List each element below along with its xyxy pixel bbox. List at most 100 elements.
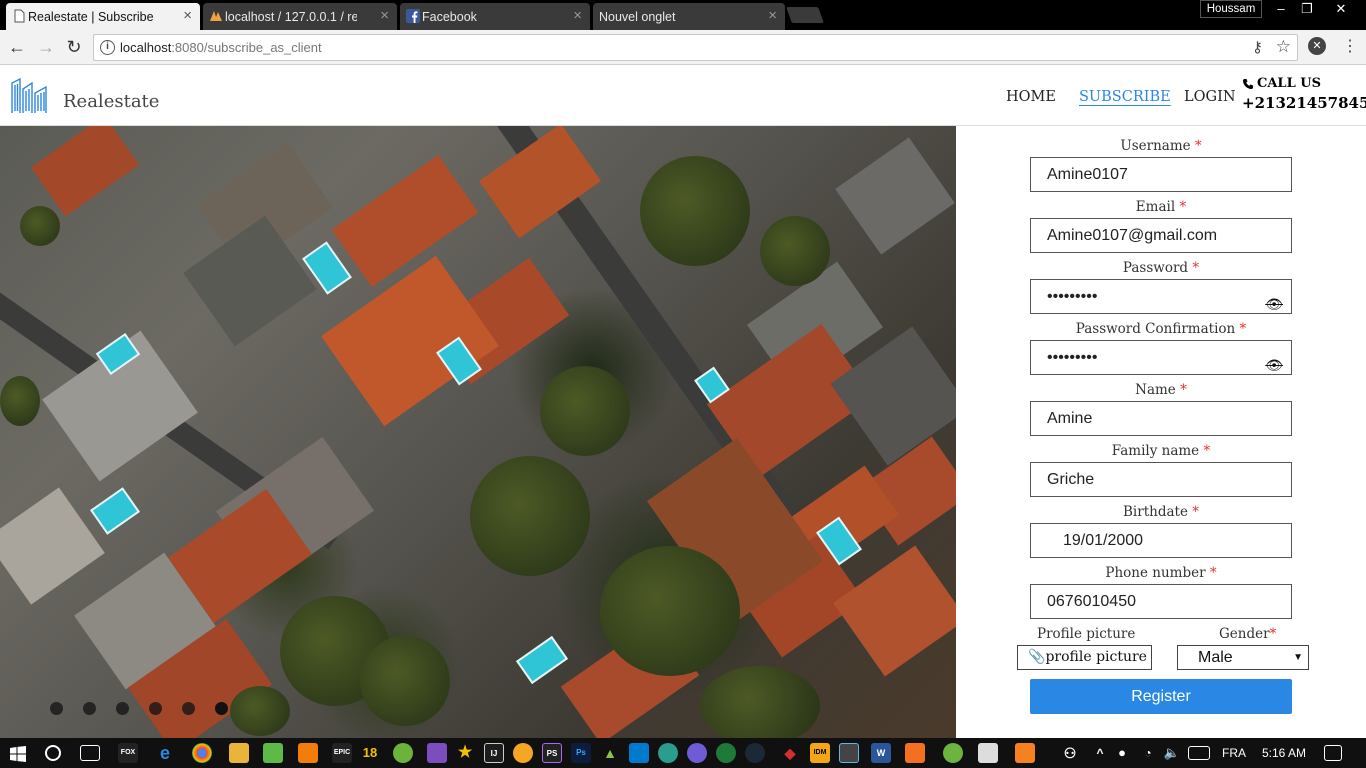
app-icon[interactable]	[658, 743, 678, 763]
restore-icon[interactable]: ❐	[1292, 0, 1322, 18]
realestate-logo-icon[interactable]	[10, 75, 52, 115]
pool	[515, 635, 569, 685]
xampp-icon[interactable]	[905, 743, 925, 763]
dropdown-arrow-icon: ▼	[1293, 652, 1303, 663]
close-tab-icon[interactable]: ×	[380, 7, 389, 24]
roof	[183, 215, 317, 347]
app-icon[interactable]	[513, 743, 533, 763]
register-button[interactable]: Register	[1030, 679, 1292, 714]
windows-start-icon[interactable]	[10, 746, 26, 762]
phpstorm-icon[interactable]: PS	[542, 743, 562, 763]
app-icon[interactable]: IDM	[810, 743, 830, 763]
carousel-dot[interactable]	[83, 702, 96, 715]
steam-icon[interactable]	[745, 743, 765, 763]
extension-icon[interactable]: ✕	[1308, 37, 1326, 55]
carousel-dot[interactable]	[182, 702, 195, 715]
photos-icon[interactable]	[978, 743, 998, 763]
vscode-icon[interactable]	[629, 743, 649, 763]
email-label: Email *	[1135, 199, 1187, 215]
back-icon[interactable]: ←	[5, 36, 29, 58]
forward-icon[interactable]: →	[34, 36, 58, 58]
browser-menu-icon[interactable]: ⋮	[1342, 36, 1358, 56]
brand-name[interactable]: Realestate	[63, 91, 159, 112]
app-icon[interactable]	[393, 743, 413, 763]
tab-facebook[interactable]: Facebook ×	[400, 3, 590, 30]
wifi-icon[interactable]: ◔	[1138, 743, 1158, 763]
edge-icon[interactable]: e	[155, 743, 175, 763]
tab-new[interactable]: Nouvel onglet ×	[593, 3, 785, 30]
steam-tray-icon[interactable]: ●	[1112, 743, 1132, 763]
carousel-dot[interactable]	[116, 702, 129, 715]
tab-realestate[interactable]: Realestate | Subscribe ×	[6, 3, 200, 30]
password-confirmation-input[interactable]: ••••••••• 👁	[1030, 340, 1292, 375]
phone-number-label: Phone number *	[1105, 565, 1217, 581]
hero-aerial-image	[0, 126, 956, 738]
close-tab-icon[interactable]: ×	[183, 7, 192, 24]
reload-icon[interactable]: ↻	[62, 36, 86, 58]
carousel-dot[interactable]	[149, 702, 162, 715]
phpmyadmin-icon	[210, 11, 222, 21]
new-tab-button[interactable]	[786, 7, 824, 23]
keyboard-icon[interactable]	[1188, 746, 1210, 760]
family-name-input[interactable]: Griche	[1030, 462, 1292, 497]
tab-phpmyadmin[interactable]: localhost / 127.0.0.1 / rea ×	[203, 3, 397, 30]
sublime-icon[interactable]	[1015, 743, 1035, 763]
address-bar[interactable]: i localhost:8080/subscribe_as_client ⚷ ☆	[93, 34, 1298, 61]
carousel-dot[interactable]	[50, 702, 63, 715]
star-app-icon[interactable]: ★	[455, 743, 475, 763]
gender-select[interactable]: Male ▼	[1177, 645, 1309, 670]
app-icon[interactable]	[263, 743, 283, 763]
site-header: Realestate HOME SUBSCRIBE LOGIN CALL US …	[0, 66, 1366, 126]
nav-login[interactable]: LOGIN	[1184, 89, 1236, 105]
app-icon[interactable]: FOX	[118, 743, 138, 763]
task-view-icon[interactable]	[80, 745, 100, 761]
people-icon[interactable]: ⚇	[1060, 743, 1080, 763]
bookmark-star-icon[interactable]: ☆	[1276, 37, 1291, 57]
app-icon[interactable]: 18	[360, 743, 380, 763]
toggle-visibility-icon[interactable]: 👁	[1265, 288, 1283, 321]
word-icon[interactable]: W	[871, 743, 891, 763]
app-icon[interactable]: ◆	[780, 743, 800, 763]
intellij-icon[interactable]: IJ	[484, 743, 504, 763]
profile-picture-file-button[interactable]: 📎profile picture	[1017, 645, 1152, 670]
nav-home[interactable]: HOME	[1006, 89, 1056, 105]
volume-icon[interactable]: 🔈	[1162, 743, 1182, 763]
key-icon[interactable]: ⚷	[1252, 38, 1263, 56]
email-input[interactable]: Amine0107@gmail.com	[1030, 218, 1292, 253]
search-icon[interactable]	[45, 745, 61, 761]
password-input[interactable]: ••••••••• 👁	[1030, 279, 1292, 314]
app-icon[interactable]	[716, 743, 736, 763]
toggle-visibility-icon[interactable]: 👁	[1265, 349, 1283, 382]
photoshop-icon[interactable]: Ps	[571, 743, 591, 763]
show-hidden-icons-icon[interactable]: ^	[1090, 743, 1110, 763]
profile-button[interactable]: Houssam	[1200, 0, 1262, 18]
page-icon	[14, 9, 25, 23]
app-icon[interactable]	[839, 743, 859, 763]
username-input[interactable]: Amine0107	[1030, 157, 1292, 192]
tree	[640, 156, 750, 266]
app-icon[interactable]	[687, 743, 707, 763]
roof	[321, 255, 499, 427]
epic-games-icon[interactable]: EPIC	[332, 743, 352, 763]
carousel-dot[interactable]	[215, 702, 228, 715]
phone-number-input[interactable]: 0676010450	[1030, 584, 1292, 619]
notifications-icon[interactable]	[1324, 745, 1342, 761]
close-tab-icon[interactable]: ×	[573, 7, 582, 24]
chrome-icon[interactable]	[192, 743, 212, 763]
close-window-icon[interactable]: ✕	[1326, 0, 1356, 18]
language-indicator[interactable]: FRA	[1222, 746, 1246, 760]
vlc-icon[interactable]	[298, 743, 318, 763]
info-icon[interactable]: i	[100, 40, 115, 55]
name-input[interactable]: Amine	[1030, 401, 1292, 436]
file-explorer-icon[interactable]	[229, 743, 249, 763]
call-us-number[interactable]: +21321457845	[1242, 94, 1366, 112]
clock[interactable]: 5:16 AM	[1262, 746, 1306, 760]
app-icon[interactable]	[943, 743, 963, 763]
close-tab-icon[interactable]: ×	[768, 7, 777, 24]
birthdate-input[interactable]: 19/01/2000	[1030, 523, 1292, 558]
username-label: Username *	[1120, 138, 1202, 154]
nav-subscribe[interactable]: SUBSCRIBE	[1079, 89, 1171, 105]
app-icon[interactable]	[427, 743, 447, 763]
android-icon[interactable]: ▲	[600, 743, 620, 763]
tree	[540, 366, 630, 456]
